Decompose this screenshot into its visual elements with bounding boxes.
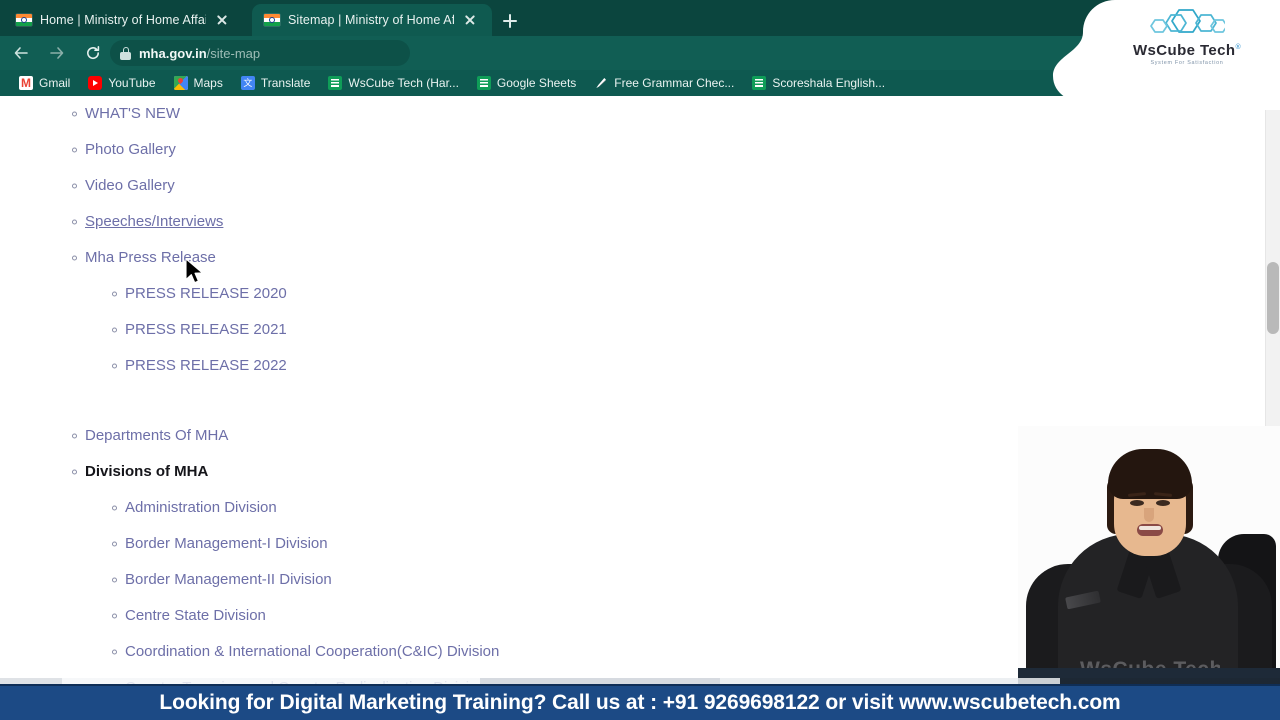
bullet-icon	[112, 541, 117, 547]
bullet-icon	[112, 577, 117, 583]
bullet-icon	[72, 255, 77, 261]
list-item[interactable]: Video Gallery	[0, 168, 1060, 204]
bookmark-label: Translate	[260, 76, 311, 90]
list-item[interactable]: PRESS RELEASE 2022	[0, 348, 1060, 384]
list-item[interactable]: Border Management-II Division	[0, 562, 1060, 598]
bookmark-maps[interactable]: Maps	[165, 72, 232, 94]
sitemap-link[interactable]: PRESS RELEASE 2022	[125, 357, 287, 375]
bookmark-wscube-tech[interactable]: WsCube Tech (Har...	[319, 72, 467, 94]
bookmark-gmail[interactable]: Gmail	[10, 72, 79, 94]
tab-close-icon[interactable]	[462, 12, 478, 28]
list-item[interactable]: PRESS RELEASE 2021	[0, 312, 1060, 348]
bullet-icon	[72, 219, 77, 225]
grammarly-pencil-icon	[594, 76, 608, 90]
bullet-icon	[72, 433, 77, 439]
bookmark-free-grammar-checker[interactable]: Free Grammar Chec...	[585, 72, 743, 94]
sitemap-link-list: WHAT'S NEW Photo Gallery Video Gallery Spee…	[0, 96, 1060, 706]
bullet-icon	[112, 363, 117, 369]
list-item[interactable]: Centre State Division	[0, 598, 1060, 634]
sitemap-link[interactable]: Photo Gallery	[85, 141, 176, 159]
browser-tab-home[interactable]: Home | Ministry of Home Affairs	[4, 4, 248, 36]
promo-banner-text: Looking for Digital Marketing Training? …	[159, 691, 1121, 714]
bookmark-google-sheets[interactable]: Google Sheets	[468, 72, 585, 94]
sitemap-link[interactable]: Mha Press Release	[85, 249, 216, 267]
sitemap-link[interactable]: Administration Division	[125, 499, 277, 517]
url-text: mha.gov.in/site-map	[139, 46, 260, 61]
sitemap-link[interactable]: Departments Of MHA	[85, 427, 228, 445]
list-item[interactable]: Photo Gallery	[0, 132, 1060, 168]
bookmark-label: Free Grammar Chec...	[614, 76, 735, 90]
google-sheets-icon	[752, 76, 767, 90]
google-maps-icon	[173, 76, 188, 90]
bookmark-label: YouTube	[108, 76, 156, 90]
new-tab-button[interactable]	[498, 9, 522, 33]
bullet-icon	[112, 327, 117, 333]
reload-icon	[87, 46, 100, 60]
bookmark-translate[interactable]: Translate	[232, 72, 320, 94]
list-item[interactable]: Mha Press Release	[0, 240, 1060, 276]
section-heading: Divisions of MHA	[85, 463, 209, 480]
address-bar[interactable]: mha.gov.in/site-map	[110, 40, 410, 66]
bullet-icon	[72, 469, 77, 475]
list-item[interactable]: Administration Division	[0, 490, 1060, 526]
arrow-right-icon	[50, 47, 64, 59]
list-item[interactable]: Coordination & International Cooperation…	[0, 634, 1060, 670]
url-path: /site-map	[206, 45, 261, 61]
bullet-icon	[72, 111, 77, 117]
bullet-icon	[72, 147, 77, 153]
sitemap-link[interactable]: PRESS RELEASE 2020	[125, 285, 287, 303]
bullet-icon	[112, 649, 117, 655]
url-domain: mha.gov.in	[139, 45, 207, 61]
bookmark-youtube[interactable]: YouTube	[79, 72, 164, 94]
sitemap-link[interactable]: PRESS RELEASE 2021	[125, 321, 287, 339]
promo-banner: Looking for Digital Marketing Training? …	[0, 684, 1280, 720]
tab-strip: Home | Ministry of Home Affairs Sitemap …	[0, 0, 1280, 36]
bookmark-label: Google Sheets	[496, 76, 577, 90]
india-flag-icon	[16, 14, 32, 26]
list-item[interactable]: Divisions of MHA	[0, 454, 1060, 490]
back-button[interactable]	[6, 38, 36, 68]
bookmark-label: Maps	[193, 76, 223, 90]
bullet-icon	[72, 183, 77, 189]
sitemap-link[interactable]: Speeches/Interviews	[85, 213, 223, 231]
list-item[interactable]: Departments Of MHA	[0, 418, 1060, 454]
bookmark-label: Gmail	[39, 76, 71, 90]
bookmarks-bar: Gmail YouTube Maps Translate WsCube Tech…	[0, 70, 1280, 96]
bookmark-label: WsCube Tech (Har...	[348, 76, 459, 90]
sitemap-link[interactable]: Video Gallery	[85, 177, 175, 195]
sitemap-link[interactable]: WHAT'S NEW	[85, 105, 180, 123]
list-item[interactable]: PRESS RELEASE 2020	[0, 276, 1060, 312]
sitemap-link[interactable]: Coordination & International Cooperation…	[125, 643, 499, 661]
bullet-icon	[112, 291, 117, 297]
sitemap-link[interactable]: Border Management-I Division	[125, 535, 328, 553]
presenter-video-overlay: WsCube Tech	[1018, 426, 1280, 684]
arrow-left-icon	[14, 47, 28, 59]
bookmark-label: Scoreshala English...	[772, 76, 886, 90]
tab-title: Sitemap | Ministry of Home Affai	[288, 13, 454, 27]
scrollbar-thumb[interactable]	[1267, 262, 1279, 334]
india-flag-icon	[264, 14, 280, 26]
browser-window: Home | Ministry of Home Affairs Sitemap …	[0, 0, 1280, 720]
reload-button[interactable]	[78, 38, 108, 68]
tab-close-icon[interactable]	[214, 12, 230, 28]
google-sheets-icon	[476, 76, 491, 90]
sitemap-link[interactable]: Centre State Division	[125, 607, 266, 625]
tab-title: Home | Ministry of Home Affairs	[40, 13, 206, 27]
browser-chrome: Home | Ministry of Home Affairs Sitemap …	[0, 0, 1280, 96]
list-item[interactable]: Border Management-I Division	[0, 526, 1060, 562]
gmail-icon	[19, 76, 33, 90]
google-translate-icon	[240, 76, 255, 90]
youtube-icon	[88, 76, 103, 90]
sitemap-link[interactable]: Border Management-II Division	[125, 571, 332, 589]
bullet-icon	[112, 613, 117, 619]
bullet-icon	[112, 505, 117, 511]
google-sheets-icon	[328, 76, 343, 90]
forward-button[interactable]	[42, 38, 72, 68]
list-item[interactable]: WHAT'S NEW	[0, 96, 1060, 132]
lock-icon	[120, 46, 131, 60]
browser-tab-sitemap[interactable]: Sitemap | Ministry of Home Affai	[252, 4, 492, 36]
list-item[interactable]: Speeches/Interviews	[0, 204, 1060, 240]
bookmark-scoreshala-english[interactable]: Scoreshala English...	[743, 72, 894, 94]
